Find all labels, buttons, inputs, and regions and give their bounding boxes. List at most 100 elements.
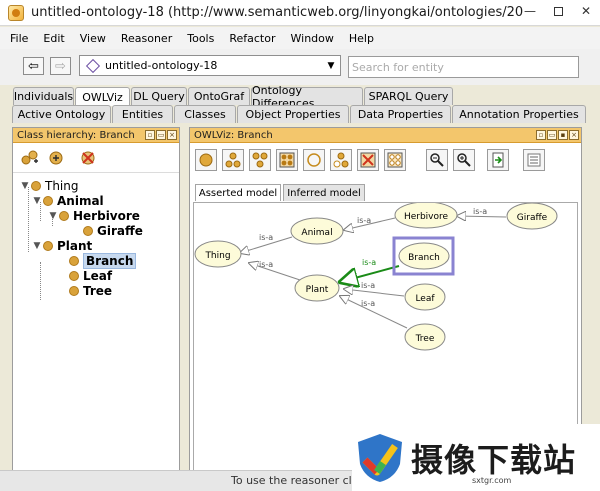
menu-help[interactable]: Help xyxy=(349,32,374,45)
tab-active-ontology[interactable]: Active Ontology xyxy=(12,105,111,123)
class-node-icon xyxy=(43,240,53,251)
menu-view[interactable]: View xyxy=(80,32,106,45)
panel-close-icon[interactable]: × xyxy=(167,130,177,140)
tree-item-plant[interactable]: ▼ Plant xyxy=(17,238,177,253)
class-toolbar xyxy=(13,143,179,173)
menu-reasoner[interactable]: Reasoner xyxy=(121,32,172,45)
tab-data-properties[interactable]: Data Properties xyxy=(350,105,451,123)
tree-item-animal[interactable]: ▼ Animal xyxy=(17,193,177,208)
watermark-brand: 摄像下载站 xyxy=(411,441,577,479)
tree-item-tree[interactable]: Tree xyxy=(17,283,177,298)
tab-classes[interactable]: Classes xyxy=(174,105,236,123)
zoom-out-icon[interactable] xyxy=(426,149,448,171)
svg-text:Plant: Plant xyxy=(306,285,329,295)
ontology-selector[interactable]: untitled-ontology-18 ▼ xyxy=(79,55,341,76)
tree-item-giraffe[interactable]: Giraffe xyxy=(17,223,177,238)
back-button[interactable]: ⇦ xyxy=(23,57,44,75)
menu-edit[interactable]: Edit xyxy=(43,32,64,45)
node-giraffe[interactable]: Giraffe xyxy=(506,203,558,230)
node-tree[interactable]: Tree xyxy=(404,323,446,351)
edge-label: is-a xyxy=(362,258,376,267)
export-icon[interactable] xyxy=(487,149,509,171)
dropdown-arrow-icon: ▼ xyxy=(327,60,335,71)
expand-toggle-icon[interactable]: ▼ xyxy=(31,241,43,251)
class-node-icon xyxy=(69,255,79,266)
panel-pin-icon[interactable]: ▫ xyxy=(145,130,155,140)
class-node-icon xyxy=(69,285,79,296)
tab-row-secondary: Active Ontology Entities Classes Object … xyxy=(0,105,600,123)
menu-window[interactable]: Window xyxy=(291,32,334,45)
node-leaf[interactable]: Leaf xyxy=(404,283,446,311)
tree-item-branch[interactable]: Branch xyxy=(17,252,177,269)
show-superclasses-icon[interactable] xyxy=(249,149,271,171)
protege-app-icon xyxy=(8,4,24,21)
zoom-in-icon[interactable] xyxy=(453,149,475,171)
panel-split-icon[interactable]: ▭ xyxy=(156,130,166,140)
tab-individuals[interactable]: Individuals xyxy=(13,87,74,105)
node-herbivore[interactable]: Herbivore xyxy=(394,203,458,229)
menu-refactor[interactable]: Refactor xyxy=(229,32,275,45)
tab-owlviz[interactable]: OWLViz xyxy=(75,87,130,106)
svg-text:Thing: Thing xyxy=(204,251,230,261)
tree-item-leaf[interactable]: Leaf xyxy=(17,268,177,283)
svg-text:Branch: Branch xyxy=(408,253,440,263)
tab-ontology-differences[interactable]: Ontology Differences xyxy=(251,84,363,110)
show-all-classes-icon[interactable] xyxy=(276,149,298,171)
tab-sparql-query[interactable]: SPARQL Query xyxy=(364,87,453,105)
svg-text:Herbivore: Herbivore xyxy=(404,212,449,222)
expand-toggle-icon[interactable]: ▼ xyxy=(47,211,59,221)
options-icon[interactable] xyxy=(523,149,545,171)
node-plant[interactable]: Plant xyxy=(294,274,340,302)
ontology-selected-label: untitled-ontology-18 xyxy=(105,59,218,72)
expand-toggle-icon[interactable]: ▼ xyxy=(31,196,43,206)
window-title: untitled-ontology-18 (http://www.semanti… xyxy=(31,5,523,20)
show-subclasses-icon[interactable] xyxy=(222,149,244,171)
svg-text:Leaf: Leaf xyxy=(415,294,435,304)
tab-ontograf[interactable]: OntoGraf xyxy=(188,87,250,105)
hide-class-icon[interactable] xyxy=(303,149,325,171)
edge-label: is-a xyxy=(361,281,375,290)
ontology-icon xyxy=(85,58,101,73)
node-thing[interactable]: Thing xyxy=(194,240,242,268)
owlviz-header: OWLViz: Branch ▫ ▭ ▪ × xyxy=(190,128,581,143)
node-branch[interactable]: Branch xyxy=(392,236,455,276)
class-hierarchy-header: Class hierarchy: Branch ▫ ▭ × xyxy=(13,128,179,143)
edge-leaf-plant xyxy=(344,289,405,297)
delete-class-icon[interactable] xyxy=(79,149,97,167)
edge-label: is-a xyxy=(259,233,273,242)
expand-toggle-icon[interactable]: ▼ xyxy=(19,181,31,191)
tab-inferred-model[interactable]: Inferred model xyxy=(283,184,365,201)
svg-text:Tree: Tree xyxy=(415,334,435,344)
tab-object-properties[interactable]: Object Properties xyxy=(237,105,349,123)
hide-all-icon[interactable] xyxy=(357,149,379,171)
edge-label: is-a xyxy=(361,299,375,308)
maximize-button[interactable] xyxy=(544,0,572,22)
class-node-icon xyxy=(43,195,53,206)
owlviz-toolbar xyxy=(190,143,581,175)
tab-entities[interactable]: Entities xyxy=(112,105,173,123)
panel-float-icon[interactable]: ▪ xyxy=(558,130,568,140)
add-subclass-icon[interactable] xyxy=(21,149,39,167)
tree-item-thing[interactable]: ▼ Thing xyxy=(17,178,177,193)
panel-close-icon[interactable]: × xyxy=(569,130,579,140)
show-grid-icon[interactable] xyxy=(384,149,406,171)
tab-annotation-properties[interactable]: Annotation Properties xyxy=(452,105,586,123)
tab-dl-query[interactable]: DL Query xyxy=(131,87,187,105)
menu-bar: File Edit View Reasoner Tools Refactor W… xyxy=(0,27,600,49)
panel-pin-icon[interactable]: ▫ xyxy=(536,130,546,140)
show-class-icon[interactable] xyxy=(195,149,217,171)
add-sibling-icon[interactable] xyxy=(47,149,65,167)
tree-item-herbivore[interactable]: ▼ Herbivore xyxy=(17,208,177,223)
menu-file[interactable]: File xyxy=(10,32,28,45)
edge-label: is-a xyxy=(357,216,371,225)
minimize-button[interactable]: — xyxy=(516,0,544,22)
menu-tools[interactable]: Tools xyxy=(187,32,214,45)
close-button[interactable]: ✕ xyxy=(572,0,600,22)
hide-subclasses-icon[interactable] xyxy=(330,149,352,171)
tab-asserted-model[interactable]: Asserted model xyxy=(195,184,281,201)
site-watermark: 摄像下载站 sxtgr.com xyxy=(352,424,600,491)
forward-button[interactable]: ⇨ xyxy=(50,57,71,75)
node-animal[interactable]: Animal xyxy=(290,217,344,245)
search-input[interactable]: Search for entity xyxy=(348,56,579,78)
panel-split-icon[interactable]: ▭ xyxy=(547,130,557,140)
